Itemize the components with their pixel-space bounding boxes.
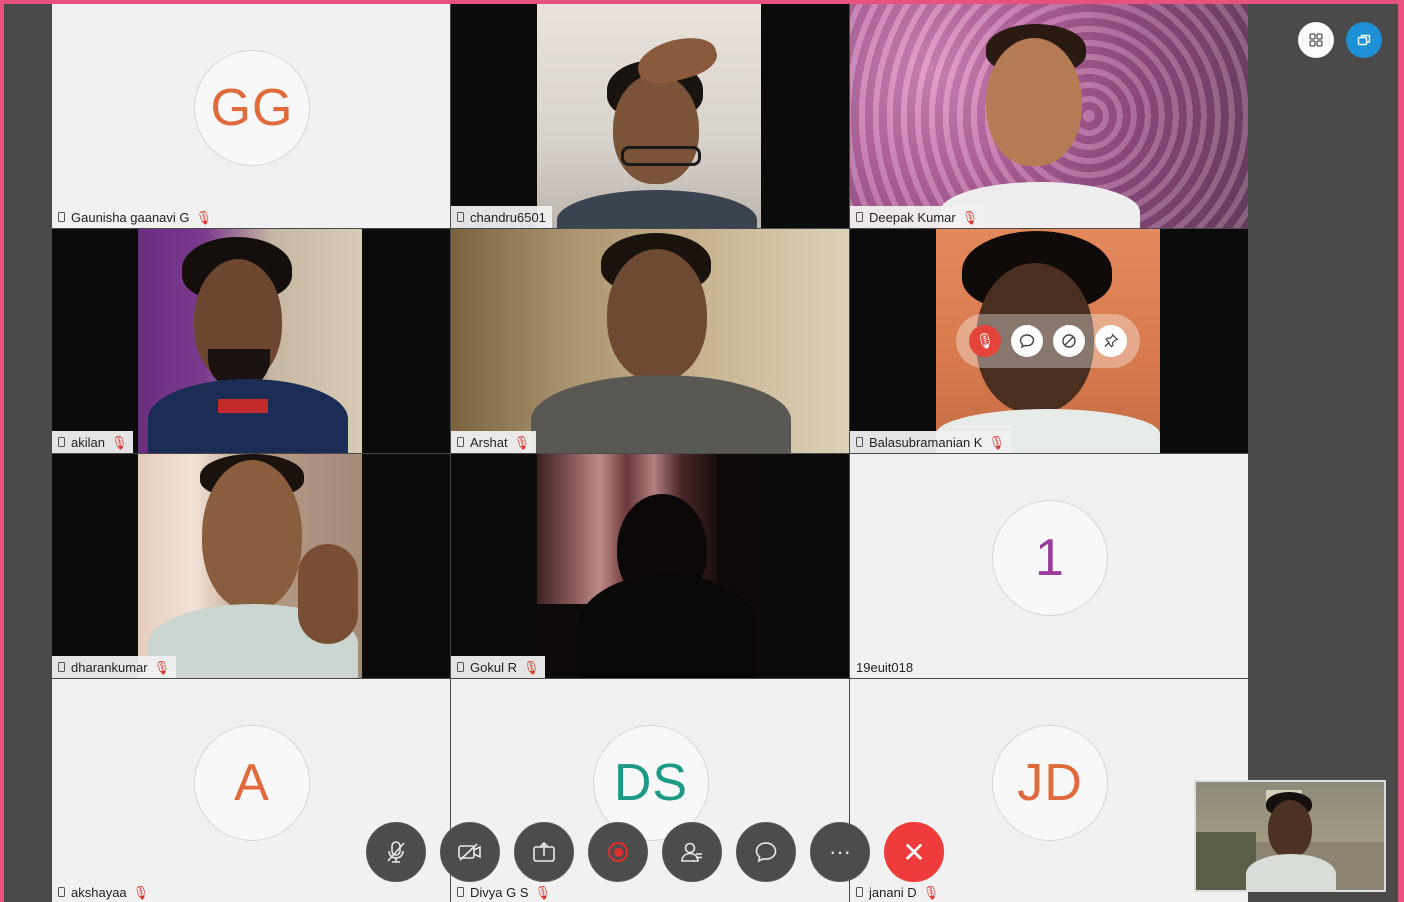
participant-name-tag: dharankumar 🎙︎ — [52, 656, 177, 678]
participant-name-tag: Balasubramanian K 🎙︎ — [850, 431, 1011, 453]
phone-icon — [856, 887, 863, 897]
participant-name: dharankumar — [71, 659, 148, 675]
phone-icon — [58, 662, 65, 672]
participant-tile-gaunisha[interactable]: GG Gaunisha gaanavi G 🎙︎ — [52, 4, 450, 228]
participant-name-tag: chandru6501 — [451, 206, 552, 228]
participant-video — [138, 229, 362, 453]
chat-icon[interactable] — [1011, 325, 1043, 357]
participant-tile-akilan[interactable]: akilan 🎙︎ — [52, 229, 450, 453]
participant-name: janani D — [869, 884, 917, 900]
participant-tile-deepak[interactable]: Deepak Kumar 🎙︎ — [850, 4, 1248, 228]
participant-name-tag: Gokul R 🎙︎ — [451, 656, 546, 678]
phone-icon — [457, 887, 464, 897]
mic-muted-icon: 🎙︎ — [961, 209, 979, 225]
participant-video — [451, 229, 849, 453]
participant-name-tag: janani D 🎙︎ — [850, 881, 946, 902]
participant-name-tag: Deepak Kumar 🎙︎ — [850, 206, 985, 228]
meeting-toolbar: ··· ✕ — [366, 822, 944, 884]
record-icon[interactable] — [588, 822, 648, 882]
end-call-icon[interactable]: ✕ — [884, 822, 944, 882]
participant-name: Divya G S — [470, 884, 529, 900]
mic-muted-icon: 🎙︎ — [988, 434, 1005, 450]
chat-icon[interactable] — [736, 822, 796, 882]
video-off-icon[interactable] — [440, 822, 500, 882]
participant-tile-chandru[interactable]: chandru6501 — [451, 4, 849, 228]
participant-tile-19euit018[interactable]: 1 19euit018 — [850, 454, 1248, 678]
meeting-window: GG Gaunisha gaanavi G 🎙︎ chandru6501 Dee… — [4, 4, 1398, 902]
participant-avatar: GG — [194, 50, 310, 167]
participant-name: Gokul R — [470, 659, 517, 675]
phone-icon — [856, 437, 863, 447]
phone-icon — [58, 437, 65, 447]
participant-name-tag: Arshat 🎙︎ — [451, 431, 537, 453]
participant-name: akshayaa — [71, 884, 127, 900]
mic-muted-icon: 🎙︎ — [534, 884, 552, 900]
participant-name: Gaunisha gaanavi G — [71, 209, 190, 225]
participant-video — [850, 4, 1248, 228]
participant-name: Arshat — [470, 434, 508, 450]
mic-muted-icon: 🎙︎ — [153, 659, 171, 675]
phone-icon — [457, 662, 464, 672]
mic-muted-icon: 🎙︎ — [110, 434, 128, 450]
participant-video — [537, 4, 761, 228]
participant-hover-controls: 🎙︎ — [956, 314, 1140, 368]
phone-icon — [856, 212, 863, 222]
participant-video — [138, 454, 362, 678]
participant-avatar: 1 — [992, 500, 1108, 617]
participant-name: chandru6501 — [470, 209, 546, 225]
participant-name-tag: akshayaa 🎙︎ — [52, 881, 156, 902]
stop-video-icon[interactable] — [1053, 325, 1085, 357]
more-icon[interactable]: ··· — [810, 822, 870, 882]
pin-icon[interactable] — [1095, 325, 1127, 357]
participants-icon[interactable] — [662, 822, 722, 882]
participant-avatar: JD — [992, 725, 1108, 842]
participant-name-tag: akilan 🎙︎ — [52, 431, 134, 453]
participant-name: 19euit018 — [856, 659, 914, 675]
share-icon[interactable] — [514, 822, 574, 882]
participant-tile-dharankumar[interactable]: dharankumar 🎙︎ — [52, 454, 450, 678]
participant-tile-gokul[interactable]: Gokul R 🎙︎ — [451, 454, 849, 678]
phone-icon — [457, 437, 464, 447]
mic-muted-icon: 🎙︎ — [922, 884, 940, 900]
participant-name-tag: Divya G S 🎙︎ — [451, 881, 558, 902]
self-view-video[interactable] — [1194, 780, 1386, 892]
participant-tile-arshat[interactable]: Arshat 🎙︎ — [451, 229, 849, 453]
participant-name: akilan — [71, 434, 105, 450]
grid-layout-icon[interactable] — [1298, 22, 1334, 58]
participant-name-tag: 19euit018 — [850, 656, 920, 678]
popout-icon[interactable] — [1346, 22, 1382, 58]
participant-name: Deepak Kumar — [869, 209, 956, 225]
phone-icon — [457, 212, 464, 222]
participant-avatar: A — [194, 725, 310, 842]
mic-muted-icon: 🎙︎ — [513, 434, 531, 450]
mic-muted-icon: 🎙︎ — [195, 209, 213, 225]
participant-name-tag: Gaunisha gaanavi G 🎙︎ — [52, 206, 219, 228]
participant-name: Balasubramanian K — [869, 434, 983, 450]
mic-muted-icon: 🎙︎ — [132, 884, 150, 900]
top-controls — [1298, 22, 1382, 58]
mute-icon[interactable]: 🎙︎ — [969, 325, 1001, 357]
phone-icon — [58, 212, 65, 222]
phone-icon — [58, 887, 65, 897]
participant-video — [537, 454, 761, 678]
mic-muted-icon[interactable] — [366, 822, 426, 882]
mic-muted-icon: 🎙︎ — [522, 659, 540, 675]
